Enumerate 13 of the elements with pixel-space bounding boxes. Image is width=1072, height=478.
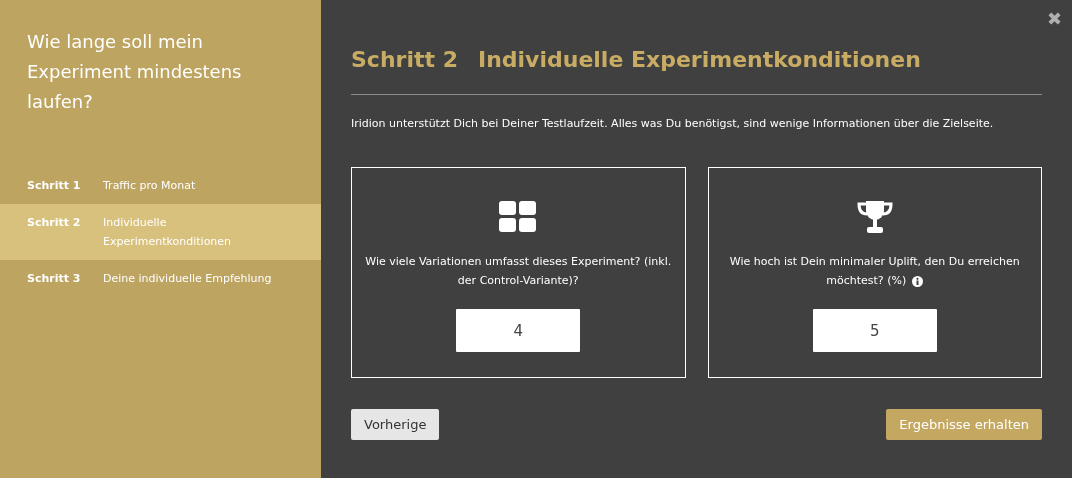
intro-text: Iridion unterstützt Dich bei Deiner Testlaufzeit. Alles was Du benötigst, sind wenige Informationen über die Zielseite. xyxy=(351,116,995,132)
grid-icon xyxy=(499,201,538,233)
input-field[interactable]: 5 xyxy=(812,309,937,352)
question-text: Wie hoch ist Dein minimaler Uplift, den Du erreichen möchtest? (%) xyxy=(728,254,1021,289)
page-heading: Individuelle Experimentkonditionen xyxy=(477,46,921,74)
close-button[interactable]: ✖ xyxy=(1046,10,1062,28)
info-icon[interactable] xyxy=(912,275,924,287)
input-field[interactable]: 4 xyxy=(456,309,581,352)
question-text: Wie viele Variationen umfasst dieses Experiment? (inkl. der Control-Variante)? xyxy=(364,254,673,289)
trophy-icon xyxy=(855,200,894,234)
step-label: Schritt 2 xyxy=(351,46,458,74)
previous-button[interactable]: Vorherige xyxy=(351,409,440,440)
sidebar-title: Wie lange soll mein Experiment mindestens laufen? xyxy=(26,30,243,114)
